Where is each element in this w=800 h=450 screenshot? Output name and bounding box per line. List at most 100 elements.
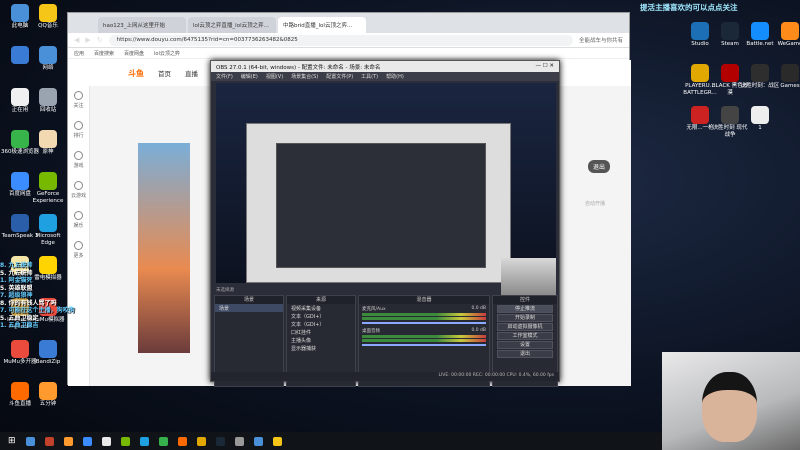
- taskbar-app-icon[interactable]: [63, 436, 73, 446]
- address-bar[interactable]: https://www.douyu.com/6475135?rid=cn=003…: [108, 34, 573, 46]
- stream-thumbnail[interactable]: [138, 143, 190, 353]
- taskbar-app-icon[interactable]: [196, 436, 206, 446]
- desktop-icon[interactable]: QQ音乐: [28, 4, 68, 30]
- back-icon[interactable]: ◀: [74, 36, 79, 44]
- taskbar-app-icon[interactable]: [44, 436, 54, 446]
- taskbar-app-icon[interactable]: [253, 436, 263, 446]
- danmaku-line: 8. 你的有钱人骂了吗: [0, 299, 57, 307]
- volume-meter: [362, 339, 486, 342]
- stop-streaming-button[interactable]: 停止推流: [497, 305, 553, 313]
- desktop-icon[interactable]: BandiZip: [28, 340, 68, 366]
- volume-slider[interactable]: [362, 344, 486, 346]
- settings-button[interactable]: 设置: [497, 341, 553, 349]
- desktop-icon[interactable]: Microsoft Edge: [28, 214, 68, 247]
- taskbar-app-icon[interactable]: [158, 436, 168, 446]
- app-icon: [721, 106, 739, 124]
- source-item[interactable]: 显示器捕获: [287, 344, 355, 352]
- studio-mode-button[interactable]: 工作室模式: [497, 332, 553, 340]
- browser-tab[interactable]: lol云顶之弈直播_lol云顶之弈...: [188, 17, 276, 33]
- browser-tab-active[interactable]: 中路brid直播_lol云顶之弈...: [278, 17, 366, 33]
- desktop-icon-label: GeForce Experience: [32, 191, 64, 204]
- danmaku-line: 7. 超级狼神: [0, 292, 33, 299]
- taskbar-app-icon[interactable]: [272, 436, 282, 446]
- menu-profile[interactable]: 配置文件(P): [326, 73, 353, 80]
- mixer-channel-name: 麦克风/Aux: [362, 307, 386, 312]
- sidebar-label: 更多: [73, 253, 84, 259]
- sidebar-label: 娱乐: [73, 223, 84, 229]
- desktop-icon[interactable]: WeGame: [770, 22, 800, 48]
- desktop-icon[interactable]: 网络: [28, 46, 68, 72]
- app-icon: [721, 22, 739, 40]
- scene-item[interactable]: 场景: [215, 304, 283, 312]
- sidebar-item-rank[interactable]: 排行: [68, 116, 89, 146]
- source-item[interactable]: 视频采集设备: [287, 304, 355, 312]
- menu-file[interactable]: 文件(F): [216, 73, 233, 80]
- window-controls[interactable]: — ☐ ✕: [535, 63, 554, 70]
- webcam-overlay: [662, 352, 800, 450]
- app-icon: [39, 88, 57, 106]
- volume-meter: [362, 313, 486, 316]
- desktop-icon[interactable]: 回收站: [28, 88, 68, 114]
- virtual-camera-button[interactable]: 启动虚拟摄像机: [497, 323, 553, 331]
- desktop-icon[interactable]: GeForce Experience: [28, 172, 68, 205]
- volume-slider[interactable]: [362, 322, 486, 324]
- reload-icon[interactable]: ↻: [97, 36, 103, 44]
- source-item[interactable]: 主播头像: [287, 336, 355, 344]
- forward-icon[interactable]: ▶: [85, 36, 90, 44]
- taskbar-app-icon[interactable]: [82, 436, 92, 446]
- sidebar-item-ent[interactable]: 娱乐: [68, 206, 89, 236]
- app-icon: [781, 64, 799, 82]
- desktop-icon[interactable]: 五分钟: [28, 382, 68, 408]
- bookmark[interactable]: 应用: [74, 50, 84, 57]
- taskbar-app-icon[interactable]: [139, 436, 149, 446]
- exit-button[interactable]: 退出: [497, 350, 553, 358]
- taskbar-app-icon[interactable]: [101, 436, 111, 446]
- menu-help[interactable]: 帮助(H): [386, 73, 404, 80]
- sources-dock-title: 来源: [287, 296, 355, 304]
- desktop-icon-label: BandiZip: [35, 359, 61, 365]
- sidebar-item-game[interactable]: 游戏: [68, 146, 89, 176]
- taskbar-app-icon[interactable]: [234, 436, 244, 446]
- app-icon: [11, 4, 29, 22]
- source-item[interactable]: 文本（GDI+）: [287, 312, 355, 320]
- logout-link[interactable]: 退出: [588, 160, 611, 173]
- sidebar-label: 云游戏: [70, 193, 86, 199]
- desktop-icon[interactable]: Games: [770, 64, 800, 90]
- bookmark[interactable]: lol云顶之弈: [154, 50, 180, 57]
- desktop-icon-label: Games: [780, 83, 800, 89]
- source-item[interactable]: 口红挂件: [287, 328, 355, 336]
- menu-scene-collection[interactable]: 场景集合(S): [291, 73, 318, 80]
- nav-home[interactable]: 首页: [158, 68, 171, 78]
- app-icon: [751, 106, 769, 124]
- taskbar-app-icon[interactable]: [215, 436, 225, 446]
- danmaku-line: 7. 可能在这个主播，狗咬狗: [0, 307, 75, 314]
- mixer-channel-name: 桌面音频: [362, 329, 380, 334]
- start-recording-button[interactable]: 开始录制: [497, 314, 553, 322]
- bookmark[interactable]: 百度搜索: [94, 50, 114, 57]
- taskbar-app-icon[interactable]: [120, 436, 130, 446]
- menu-view[interactable]: 视图(V): [266, 73, 283, 80]
- bookmark[interactable]: 百度网盘: [124, 50, 144, 57]
- desktop-icon[interactable]: 1: [740, 106, 780, 132]
- mixer-channel-db: 0.0 dB: [471, 328, 486, 333]
- taskbar-app-icon[interactable]: [177, 436, 187, 446]
- windows-start-icon[interactable]: ⊞: [8, 436, 16, 446]
- desktop-icon[interactable]: 原神: [28, 130, 68, 156]
- sidebar-item-cloud[interactable]: 云游戏: [68, 176, 89, 206]
- desktop-icon-label: Microsoft Edge: [35, 233, 61, 246]
- browser-tab[interactable]: hao123_上网从这里开始: [98, 17, 186, 33]
- douyu-logo[interactable]: 斗鱼: [128, 68, 144, 79]
- taskbar-app-icon[interactable]: [25, 436, 35, 446]
- nav-live[interactable]: 直播: [185, 68, 198, 78]
- nested-obs: [276, 143, 486, 268]
- browser-search-box[interactable]: 全能战车与你共有: [579, 36, 623, 44]
- obs-preview-canvas[interactable]: [216, 83, 556, 303]
- desktop-icon-label: 网络: [42, 65, 54, 71]
- danmaku-line: 5. 九五统帅: [0, 269, 33, 277]
- sidebar-item-follow[interactable]: 关注: [68, 86, 89, 116]
- source-item[interactable]: 文本（GDI+）: [287, 320, 355, 328]
- obs-menubar: 文件(F) 编辑(E) 视图(V) 场景集合(S) 配置文件(P) 工具(T) …: [211, 72, 559, 81]
- menu-edit[interactable]: 编辑(E): [241, 73, 258, 80]
- app-icon: [11, 382, 29, 400]
- menu-tools[interactable]: 工具(T): [361, 73, 378, 80]
